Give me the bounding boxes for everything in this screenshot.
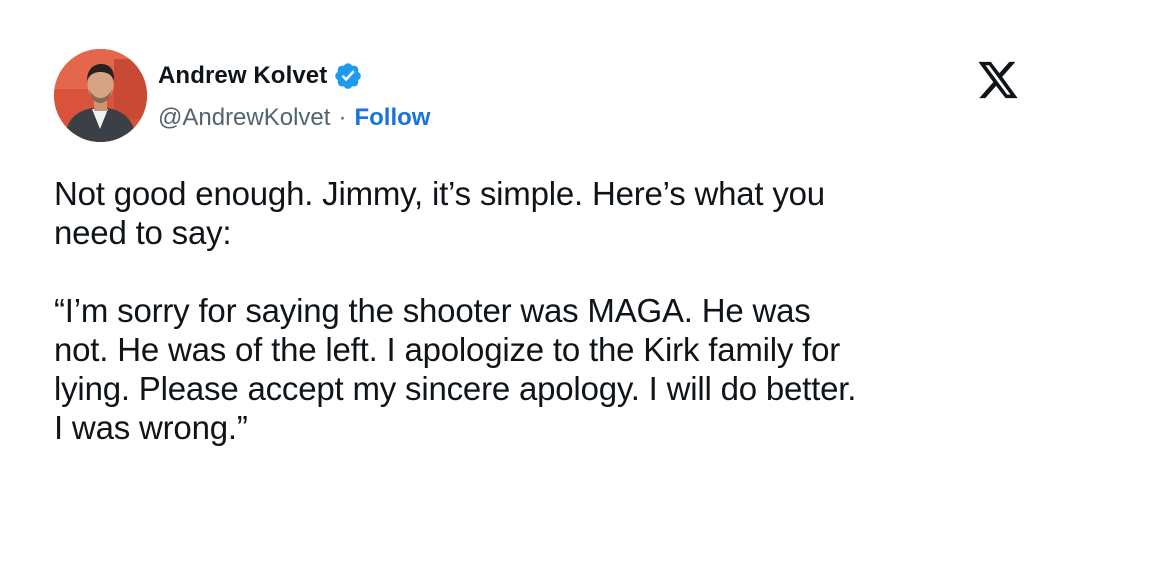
author-name-row: Andrew Kolvet [158, 60, 363, 92]
separator-dot: · [338, 104, 347, 131]
author-display-name[interactable]: Andrew Kolvet [158, 62, 327, 90]
tweet-body: Not good enough. Jimmy, it’s simple. Her… [54, 174, 1114, 447]
author-handle-row: @AndrewKolvet · Follow [158, 102, 430, 134]
avatar-photo [54, 49, 147, 142]
author-handle[interactable]: @AndrewKolvet [158, 104, 330, 132]
tweet-paragraph: “I’m sorry for saying the shooter was MA… [54, 292, 857, 446]
avatar[interactable] [54, 49, 147, 142]
verified-badge-icon [333, 61, 363, 91]
tweet-paragraph: Not good enough. Jimmy, it’s simple. Her… [54, 175, 825, 251]
x-logo-icon[interactable] [976, 60, 1020, 99]
tweet-embed: Andrew Kolvet @AndrewKolvet · Follow Not… [0, 0, 1158, 562]
follow-button[interactable]: Follow [354, 104, 430, 132]
